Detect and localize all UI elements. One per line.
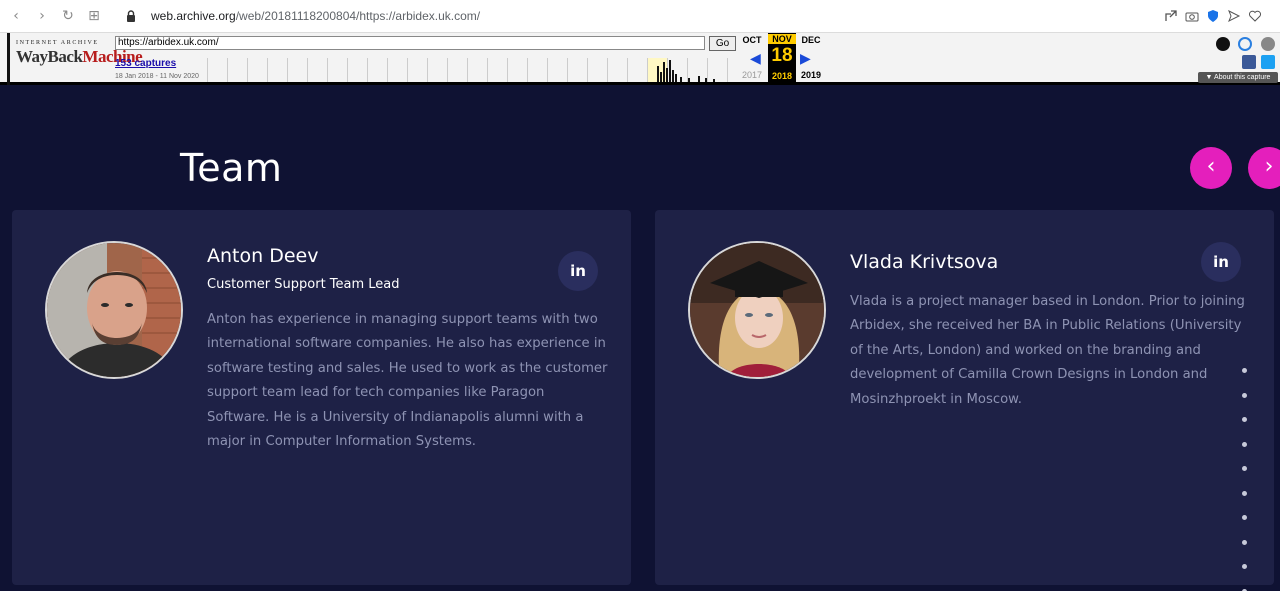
chevron-right-icon: › bbox=[1264, 154, 1274, 179]
bio-line: software testing and sales. He used to w… bbox=[207, 360, 608, 376]
pagination-dot[interactable] bbox=[1242, 368, 1247, 373]
close-icon[interactable] bbox=[1261, 37, 1275, 51]
wayback-current-month: NOV bbox=[768, 34, 796, 44]
member-bio: Vlada is a project manager based in Lond… bbox=[850, 290, 1245, 412]
shield-icon[interactable] bbox=[1206, 9, 1220, 23]
bio-line: Vlada is a project manager based in Lond… bbox=[850, 294, 1245, 309]
wayback-current-day: 18 bbox=[771, 45, 793, 66]
avatar bbox=[45, 241, 183, 379]
chevron-left-icon: ‹ bbox=[1206, 154, 1216, 179]
member-bio: Anton has experience in managing support… bbox=[207, 308, 607, 454]
section-title: Team bbox=[180, 146, 283, 190]
bio-line: Mosinzhproekt in Moscow. bbox=[850, 391, 1022, 407]
pagination-dot[interactable] bbox=[1242, 441, 1247, 447]
pagination-dot[interactable] bbox=[1242, 490, 1247, 496]
user-icon[interactable] bbox=[1216, 37, 1230, 51]
wayback-go-button[interactable]: Go bbox=[709, 36, 736, 51]
team-card: Anton Deev Customer Support Team Lead An… bbox=[12, 210, 631, 585]
facebook-icon[interactable] bbox=[1242, 55, 1256, 69]
linkedin-icon[interactable]: in bbox=[558, 251, 598, 291]
wayback-prev-month[interactable]: OCT bbox=[740, 35, 764, 45]
bio-line: Arbidex, she received her BA in Public R… bbox=[850, 318, 1242, 334]
wayback-prev-year[interactable]: 2017 bbox=[738, 70, 766, 80]
team-card: Vlada Krivtsova Vlada is a project manag… bbox=[655, 210, 1274, 585]
tabs-grid-icon[interactable]: ⊞ bbox=[86, 8, 102, 24]
carousel-prev-button[interactable]: ‹ bbox=[1190, 147, 1232, 189]
send-icon[interactable] bbox=[1227, 9, 1241, 23]
portrait-image bbox=[690, 243, 824, 377]
wayback-next-arrow-icon[interactable]: ▶ bbox=[800, 50, 811, 67]
linkedin-icon[interactable]: in bbox=[1201, 242, 1241, 282]
help-icon[interactable] bbox=[1238, 37, 1252, 51]
share-icon[interactable] bbox=[1164, 9, 1178, 23]
pagination-dot[interactable] bbox=[1242, 564, 1247, 569]
back-icon[interactable]: ‹ bbox=[8, 8, 24, 24]
member-role: Customer Support Team Lead bbox=[207, 277, 400, 292]
pagination-dots bbox=[1242, 368, 1250, 591]
wayback-sparkline[interactable] bbox=[207, 58, 737, 82]
member-name: Anton Deev bbox=[207, 245, 319, 267]
pagination-dot[interactable] bbox=[1242, 515, 1247, 520]
camera-icon[interactable] bbox=[1185, 9, 1199, 23]
pagination-dot[interactable] bbox=[1242, 417, 1247, 422]
browser-toolbar: ‹ › ↻ ⊞ web.archive.org/web/201811182008… bbox=[0, 0, 1280, 33]
wayback-capture-range: 18 Jan 2018 - 11 Nov 2020 bbox=[115, 73, 199, 80]
bio-line: Software. He is a University of Indianap… bbox=[207, 409, 584, 425]
bio-line: major in Computer Information Systems. bbox=[207, 434, 477, 450]
bio-line: international software companies. He als… bbox=[207, 336, 606, 352]
bio-line: support team lead for tech companies lik… bbox=[207, 385, 545, 401]
wayback-url-input[interactable]: https://arbidex.uk.com/ bbox=[115, 36, 705, 50]
address-bar[interactable]: web.archive.org/web/20181118200804/https… bbox=[151, 9, 480, 23]
wayback-current-year: 2018 bbox=[771, 71, 793, 81]
avatar bbox=[688, 241, 826, 379]
wayback-next-year[interactable]: 2019 bbox=[798, 70, 824, 80]
pagination-dot[interactable] bbox=[1242, 539, 1247, 545]
wayback-captures-link[interactable]: 153 captures bbox=[115, 58, 176, 69]
lock-icon bbox=[127, 10, 135, 22]
heart-icon[interactable] bbox=[1248, 9, 1262, 23]
twitter-icon[interactable] bbox=[1261, 55, 1275, 69]
team-section: Team ‹ › Anton Deev Customer Support Tea… bbox=[0, 88, 1280, 591]
reload-icon[interactable]: ↻ bbox=[60, 8, 76, 24]
member-name: Vlada Krivtsova bbox=[850, 251, 999, 273]
about-capture-button[interactable]: ▼ About this capture bbox=[1198, 72, 1278, 83]
wayback-toolbar: INTERNET ARCHIVE WayBackMachine https://… bbox=[0, 33, 1280, 85]
bio-line: Anton has experience in managing support… bbox=[207, 312, 598, 327]
bio-line: of the Arts, London) and worked on the b… bbox=[850, 342, 1201, 358]
carousel-next-button[interactable]: › bbox=[1248, 147, 1280, 189]
forward-icon[interactable]: › bbox=[34, 8, 50, 24]
wayback-prev-arrow-icon[interactable]: ◀ bbox=[750, 50, 761, 67]
bio-line: development of Camilla Crown Designs in … bbox=[850, 367, 1208, 383]
portrait-image bbox=[47, 243, 181, 377]
wayback-logo-caption: INTERNET ARCHIVE bbox=[16, 40, 99, 46]
wayback-next-month[interactable]: DEC bbox=[799, 35, 823, 45]
pagination-dot[interactable] bbox=[1242, 466, 1247, 471]
pagination-dot[interactable] bbox=[1242, 392, 1247, 398]
